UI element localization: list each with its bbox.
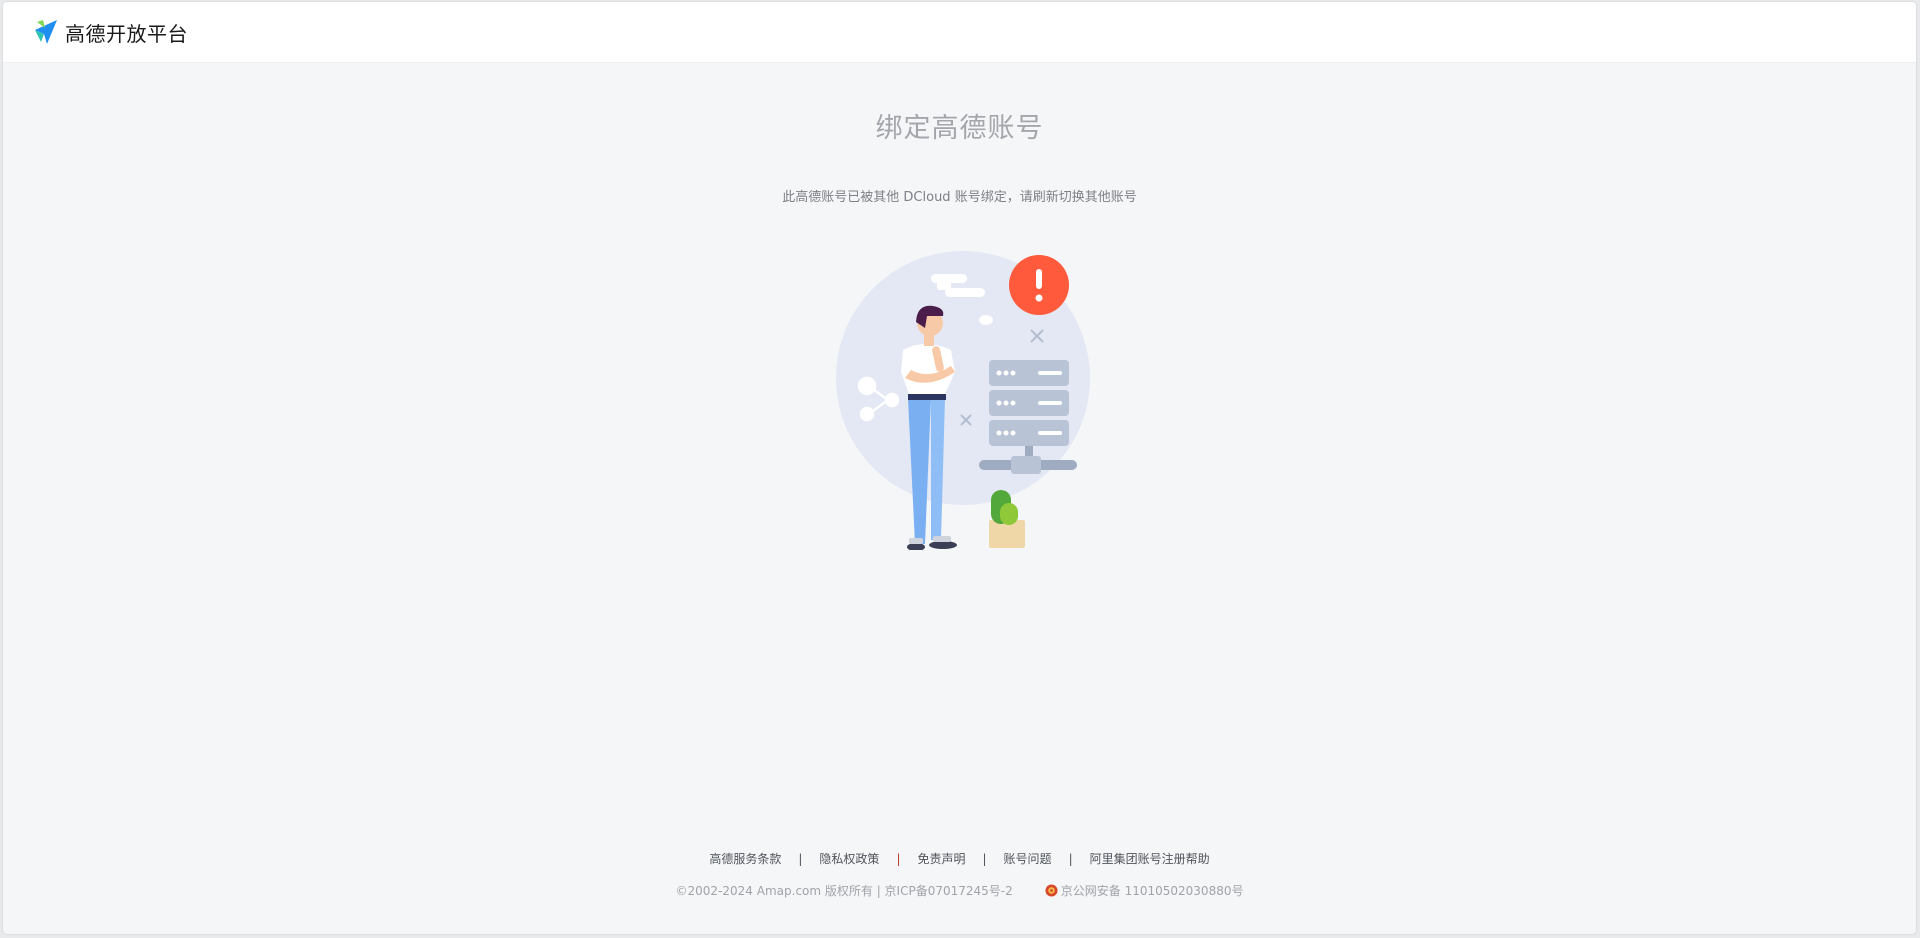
- cloud-shape: [937, 280, 951, 290]
- footer-separator: |: [896, 851, 901, 866]
- bind-error-message: 此高德账号已被其他 DCloud 账号绑定，请刷新切换其他账号: [782, 190, 1137, 205]
- amap-logo-icon: [35, 20, 57, 44]
- logo-text: 高德开放平台: [65, 21, 188, 46]
- exclamation-icon: [1036, 269, 1042, 289]
- footer-separator: |: [1068, 851, 1073, 866]
- footer-links: 高德服务条款 | 隐私权政策 | 免责声明 | 账号问题 | 阿里集团账号注册帮…: [3, 850, 1916, 867]
- copyright-bar: ©2002-2024 Amap.com 版权所有 | 京ICP备07017245…: [3, 882, 1916, 899]
- cloud-shape: [945, 288, 985, 297]
- footer-separator: |: [982, 851, 987, 866]
- top-header: 高德开放平台: [3, 2, 1916, 63]
- disclaimer-link[interactable]: 免责声明: [917, 850, 965, 867]
- page-title: 绑定高德账号: [875, 113, 1044, 144]
- person-server-error-illustration: [836, 251, 1090, 550]
- terms-of-service-link[interactable]: 高德服务条款: [709, 850, 781, 867]
- footer-separator: |: [798, 851, 803, 866]
- amap-logo[interactable]: 高德开放平台: [33, 18, 188, 46]
- cloud-dot: [979, 315, 993, 325]
- alibaba-account-help-link[interactable]: 阿里集团账号注册帮助: [1090, 850, 1210, 867]
- police-record-text: 京公网安备 11010502030880号: [1060, 884, 1244, 898]
- privacy-policy-link[interactable]: 隐私权政策: [819, 850, 879, 867]
- police-record[interactable]: 京公网安备 11010502030880号: [1045, 882, 1244, 899]
- police-badge-icon: [1045, 884, 1058, 897]
- plant-icon: [989, 490, 1025, 548]
- page-frame: 高德开放平台 绑定高德账号 此高德账号已被其他 DCloud 账号绑定，请刷新切…: [3, 2, 1916, 934]
- copyright-text[interactable]: ©2002-2024 Amap.com 版权所有 | 京ICP备07017245…: [676, 882, 1013, 899]
- account-issues-link[interactable]: 账号问题: [1004, 850, 1052, 867]
